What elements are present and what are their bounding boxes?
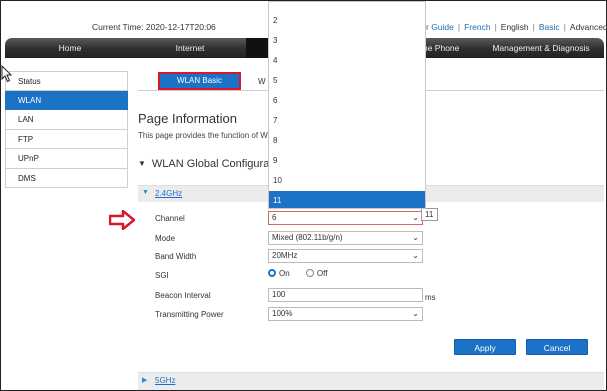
nav-management-diagnosis[interactable]: Management & Diagnosis — [478, 38, 604, 58]
sidebar-item-ftp[interactable]: FTP — [5, 129, 128, 149]
sgi-label: SGI — [155, 271, 169, 280]
nav-internet[interactable]: Internet — [135, 38, 245, 58]
divider: | — [494, 22, 497, 32]
section-title-text: WLAN Global Configura — [151, 158, 270, 170]
basic-link[interactable]: Basic — [539, 22, 560, 32]
bandwidth-label: Band Width — [155, 252, 197, 261]
chevron-down-icon: ⌄ — [412, 213, 419, 222]
sidebar: Status WLAN LAN FTP UPnP DMS — [5, 71, 128, 188]
expand-triangle-icon: ▶ — [142, 377, 148, 384]
red-arrow-icon — [109, 210, 135, 230]
sidebar-item-wlan[interactable]: WLAN — [5, 90, 128, 110]
apply-button[interactable]: Apply — [454, 339, 516, 355]
bandwidth-select[interactable]: 20MHz ⌄ — [268, 249, 423, 263]
band-24ghz-label[interactable]: 2.4GHz — [155, 189, 182, 198]
channel-label: Channel — [155, 214, 185, 223]
chevron-down-icon: ⌄ — [412, 309, 419, 318]
channel-option-highlighted[interactable]: 11 — [269, 191, 425, 208]
channel-option[interactable]: 2 — [269, 11, 425, 31]
beacon-unit: ms — [425, 293, 436, 302]
nav-home-phone[interactable]: me Phone — [420, 38, 460, 58]
advanced-link[interactable]: Advanced — [570, 22, 607, 32]
sgi-off-label: Off — [316, 269, 328, 278]
transmitting-power-label: Transmitting Power — [155, 310, 224, 319]
current-time: Current Time: 2020-12-17T20:06 — [92, 22, 216, 32]
bandwidth-value: 20MHz — [272, 251, 298, 260]
transmitting-power-select[interactable]: 100% ⌄ — [268, 307, 423, 321]
channel-value: 6 — [272, 213, 277, 222]
french-link[interactable]: French — [464, 22, 490, 32]
english-link[interactable]: English — [501, 22, 529, 32]
channel-dropdown-list: 2 3 4 5 6 7 8 9 10 11 — [268, 1, 426, 209]
channel-option[interactable]: 6 — [269, 91, 425, 111]
divider: | — [563, 22, 566, 32]
tab-wlan-advanced[interactable]: W — [258, 77, 266, 86]
top-links: r Guide | French | English | Basic | Advanced — [426, 22, 607, 32]
browser-viewport: Current Time: 2020-12-17T20:06 r Guide | F… — [0, 0, 607, 391]
channel-option[interactable]: 10 — [269, 171, 425, 191]
channel-option[interactable]: 7 — [269, 111, 425, 131]
sidebar-item-status[interactable]: Status — [5, 71, 128, 91]
sgi-on-option[interactable]: On — [268, 269, 290, 278]
user-guide-link[interactable]: r Guide — [426, 22, 454, 32]
divider: | — [457, 22, 461, 32]
channel-option[interactable]: 5 — [269, 71, 425, 91]
channel-select[interactable]: 6 ⌄ — [268, 211, 423, 225]
transmitting-power-value: 100% — [272, 309, 293, 318]
mode-label: Mode — [155, 234, 176, 243]
band-5ghz-label[interactable]: 5GHz — [155, 376, 175, 385]
chevron-down-icon: ⌄ — [412, 233, 419, 242]
channel-option[interactable]: 8 — [269, 131, 425, 151]
tab-wlan-basic[interactable]: WLAN Basic — [158, 72, 241, 90]
channel-option[interactable]: 3 — [269, 31, 425, 51]
sidebar-item-upnp[interactable]: UPnP — [5, 149, 128, 169]
beacon-interval-label: Beacon Interval — [155, 291, 211, 300]
mode-select[interactable]: Mixed (802.11b/g/n) ⌄ — [268, 231, 423, 245]
page-title: Page Information — [138, 111, 238, 126]
beacon-interval-input[interactable]: 100 — [268, 288, 423, 302]
radio-unchecked-icon[interactable] — [305, 269, 314, 277]
sgi-off-option[interactable]: Off — [305, 269, 328, 278]
sidebar-item-lan[interactable]: LAN — [5, 110, 128, 130]
section-title[interactable]: ▼ WLAN Global Configura — [138, 158, 269, 170]
sgi-radio-group: On Off — [268, 269, 341, 278]
mouse-cursor-icon — [1, 65, 13, 83]
channel-tooltip: 11 — [421, 208, 438, 221]
expand-triangle-icon: ▼ — [142, 189, 149, 196]
divider: | — [532, 22, 535, 32]
cancel-button[interactable]: Cancel — [526, 339, 588, 355]
chevron-down-icon: ⌄ — [412, 251, 419, 260]
nav-wireless[interactable] — [246, 38, 270, 58]
page-description: This page provides the function of W — [138, 131, 268, 140]
radio-checked-icon[interactable] — [268, 269, 276, 277]
collapse-triangle-icon: ▼ — [138, 159, 146, 168]
sgi-on-label: On — [279, 269, 290, 278]
mode-value: Mixed (802.11b/g/n) — [272, 233, 343, 242]
sidebar-item-dms[interactable]: DMS — [5, 168, 128, 188]
channel-option[interactable]: 9 — [269, 151, 425, 171]
nav-home[interactable]: Home — [5, 38, 135, 58]
band-5ghz-header[interactable]: ▶ 5GHz — [138, 372, 604, 390]
channel-option[interactable]: 4 — [269, 51, 425, 71]
